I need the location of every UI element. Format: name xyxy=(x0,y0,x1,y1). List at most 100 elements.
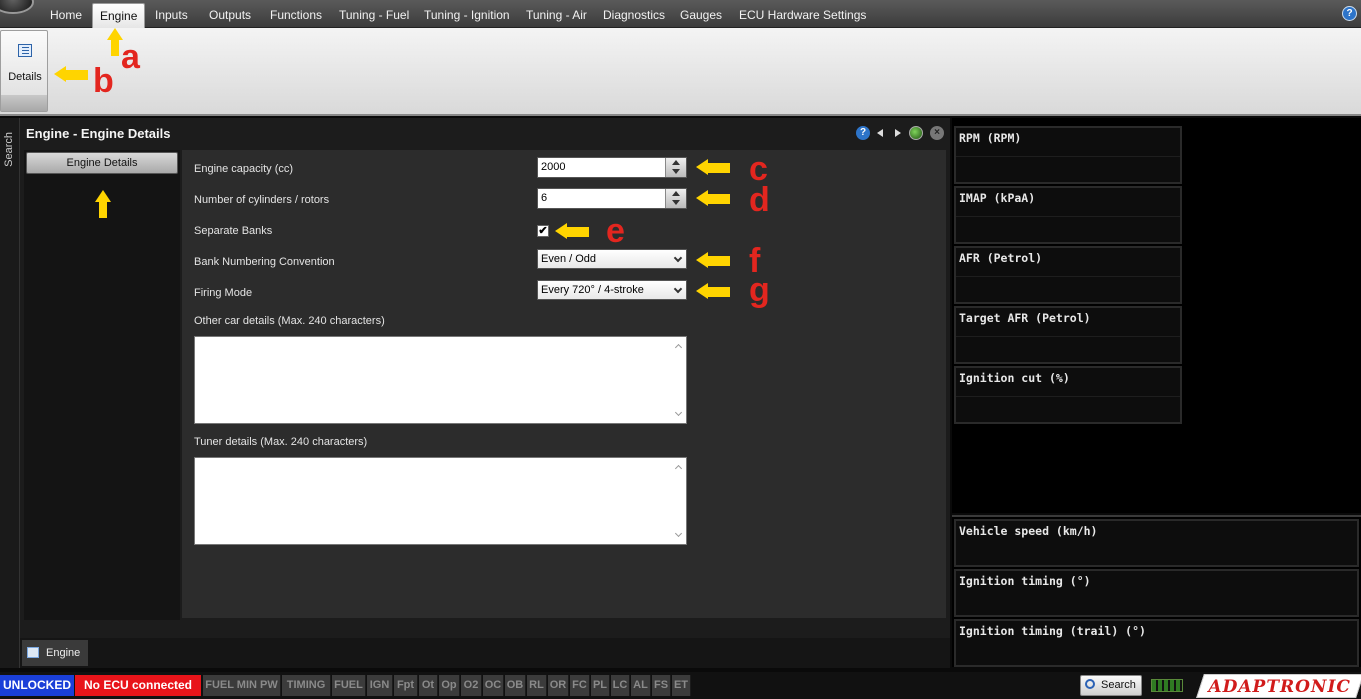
bank-numbering-label: Bank Numbering Convention xyxy=(194,256,335,268)
gauge-divider xyxy=(956,156,1180,157)
gauge-label: AFR (Petrol) xyxy=(959,251,1043,265)
status-flag-o2: O2 xyxy=(461,675,482,696)
status-flag-fuel-min-pw: FUEL MIN PW xyxy=(203,675,281,696)
tab-functions[interactable]: Functions xyxy=(263,3,329,28)
document-tab-bar: Engine xyxy=(20,638,950,668)
gauge-label: RPM (RPM) xyxy=(959,131,1022,145)
firing-mode-label: Firing Mode xyxy=(194,287,253,299)
status-flag-fpt: Fpt xyxy=(394,675,418,696)
status-bar: UNLOCKED No ECU connected FUEL MIN PW TI… xyxy=(0,672,1361,699)
firing-mode-value: Every 720° / 4-stroke xyxy=(541,284,644,296)
details-label: Details xyxy=(8,71,42,83)
gauge-rpm[interactable]: RPM (RPM) xyxy=(954,126,1182,184)
scroll-down-icon[interactable] xyxy=(674,529,683,538)
previous-arrow-icon[interactable] xyxy=(877,129,883,137)
gauge-ignition-timing[interactable]: Ignition timing (°) xyxy=(954,569,1359,617)
annotation-letter-g: g xyxy=(749,271,770,309)
gauge-vehicle-speed[interactable]: Vehicle speed (km/h) xyxy=(954,519,1359,567)
other-car-details-textarea[interactable] xyxy=(194,336,687,424)
battery-icon xyxy=(1151,679,1183,692)
cylinders-value: 6 xyxy=(541,192,548,204)
tab-diagnostics[interactable]: Diagnostics xyxy=(596,3,672,28)
separate-banks-label: Separate Banks xyxy=(194,225,273,237)
scroll-up-icon[interactable] xyxy=(674,464,683,473)
tab-gauges[interactable]: Gauges xyxy=(673,3,729,28)
tab-engine[interactable]: Engine xyxy=(92,3,146,28)
status-flag-timing: TIMING xyxy=(282,675,331,696)
cylinders-label: Number of cylinders / rotors xyxy=(194,194,330,206)
next-arrow-icon[interactable] xyxy=(895,129,901,137)
gauge-label: Vehicle speed (km/h) xyxy=(959,524,1098,538)
gauges-bottom-panel: Vehicle speed (km/h) Ignition timing (°)… xyxy=(952,515,1361,667)
status-flag-et: ET xyxy=(672,675,691,696)
help-icon[interactable]: ? xyxy=(1342,6,1357,21)
chevron-down-icon xyxy=(673,284,683,294)
engine-details-form: Engine capacity (cc) 2000 c Number of cy… xyxy=(182,150,946,618)
tab-ecu-hardware-settings[interactable]: ECU Hardware Settings xyxy=(732,3,873,28)
gauge-afr[interactable]: AFR (Petrol) xyxy=(954,246,1182,304)
panel-title: Engine - Engine Details xyxy=(26,126,171,141)
gauge-divider xyxy=(956,276,1180,277)
gauge-label: IMAP (kPaA) xyxy=(959,191,1036,205)
gauge-label: Ignition cut (%) xyxy=(959,371,1070,385)
document-tab-engine[interactable]: Engine xyxy=(22,640,88,666)
bank-numbering-select[interactable]: Even / Odd xyxy=(537,249,687,269)
chevron-down-icon xyxy=(673,253,683,263)
annotation-letter-a: a xyxy=(121,38,140,76)
search-button[interactable]: Search xyxy=(1080,675,1142,696)
separate-banks-checkbox[interactable]: ✔ xyxy=(537,225,549,237)
engine-capacity-input[interactable]: 2000 xyxy=(537,157,687,178)
panel-help-icon[interactable]: ? xyxy=(856,126,870,140)
engine-details-panel: Engine - Engine Details ? × Engine Detai… xyxy=(20,118,950,638)
details-ribbon-button[interactable]: Details xyxy=(0,30,48,112)
tab-outputs[interactable]: Outputs xyxy=(202,3,258,28)
panel-nav-list: Engine Details xyxy=(24,150,180,620)
details-icon xyxy=(27,647,39,658)
other-car-details-label: Other car details (Max. 240 characters) xyxy=(194,315,385,327)
gauge-divider xyxy=(956,396,1180,397)
gauge-divider xyxy=(956,336,1180,337)
tuner-details-label: Tuner details (Max. 240 characters) xyxy=(194,436,368,448)
status-flag-fs: FS xyxy=(652,675,671,696)
cylinders-input[interactable]: 6 xyxy=(537,188,687,209)
tab-tuning-ignition[interactable]: Tuning - Ignition xyxy=(417,3,517,28)
tab-inputs[interactable]: Inputs xyxy=(148,3,195,28)
status-flag-oc: OC xyxy=(483,675,504,696)
gauge-target-afr[interactable]: Target AFR (Petrol) xyxy=(954,306,1182,364)
tuner-details-textarea[interactable] xyxy=(194,457,687,545)
firing-mode-select[interactable]: Every 720° / 4-stroke xyxy=(537,280,687,300)
gauges-top-panel: RPM (RPM) IMAP (kPaA) AFR (Petrol) Targe… xyxy=(952,118,1361,513)
gauge-ignition-cut[interactable]: Ignition cut (%) xyxy=(954,366,1182,424)
scroll-down-icon[interactable] xyxy=(674,408,683,417)
status-flag-fc: FC xyxy=(570,675,590,696)
annotation-letter-b: b xyxy=(93,62,114,100)
gauge-ignition-timing-trail[interactable]: Ignition timing (trail) (°) xyxy=(954,619,1359,667)
document-tab-label: Engine xyxy=(46,647,81,659)
tab-home[interactable]: Home xyxy=(43,3,89,28)
status-flag-rl: RL xyxy=(527,675,547,696)
tab-tuning-air[interactable]: Tuning - Air xyxy=(519,3,594,28)
unlocked-status-badge: UNLOCKED xyxy=(0,675,74,696)
nav-item-engine-details[interactable]: Engine Details xyxy=(26,152,178,174)
gauge-label: Ignition timing (°) xyxy=(959,574,1091,588)
search-side-strip[interactable]: Search xyxy=(0,118,20,668)
close-icon[interactable]: × xyxy=(930,126,944,140)
app-logo-icon[interactable] xyxy=(0,0,34,14)
gauge-icon[interactable] xyxy=(909,126,923,140)
engine-capacity-spinner[interactable] xyxy=(665,158,686,177)
engine-capacity-value: 2000 xyxy=(541,161,566,173)
status-flag-al: AL xyxy=(631,675,651,696)
search-button-label: Search xyxy=(1101,679,1136,691)
cylinders-spinner[interactable] xyxy=(665,189,686,208)
annotation-arrow-e xyxy=(555,223,589,239)
tab-tuning-fuel[interactable]: Tuning - Fuel xyxy=(332,3,416,28)
annotation-arrow-nav xyxy=(95,190,111,218)
status-flag-op: Op xyxy=(439,675,460,696)
status-flag-ign: IGN xyxy=(367,675,393,696)
engine-capacity-label: Engine capacity (cc) xyxy=(194,163,294,175)
gauge-label: Target AFR (Petrol) xyxy=(959,311,1091,325)
search-icon xyxy=(1085,679,1095,689)
gauge-imap[interactable]: IMAP (kPaA) xyxy=(954,186,1182,244)
scroll-up-icon[interactable] xyxy=(674,343,683,352)
annotation-arrow-f xyxy=(696,252,730,268)
